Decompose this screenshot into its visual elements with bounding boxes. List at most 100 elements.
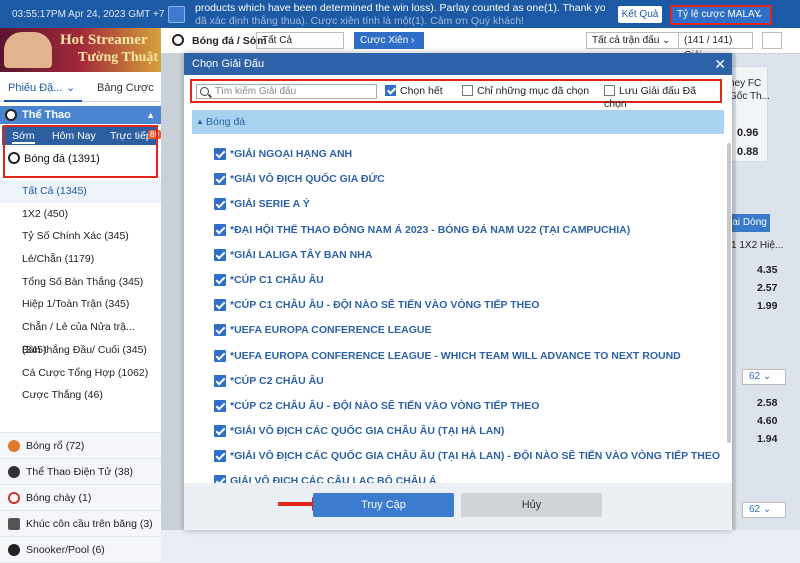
close-icon[interactable]: ✕ [714,53,726,75]
checkbox-checked [214,273,226,286]
top-bar: 03:55:17PM Apr 24, 2023 GMT +7 products … [0,0,800,28]
more-markets-select[interactable]: 62 ⌄ [742,369,786,385]
save-selected-checkbox[interactable]: Lưu Giải đấu Đã chọn [604,85,720,111]
checkbox-checked [214,173,226,186]
search-icon[interactable] [168,6,185,23]
sport-item-label: Bóng chày (1) [26,492,92,504]
tab-bet-slip[interactable]: Phiếu Đặ... [8,82,62,94]
league-item[interactable]: *CÚP C1 CHÂU ÂU [214,270,724,295]
only-selected-checkbox[interactable]: Chỉ những mục đã chọn [462,85,589,98]
sidebar: Hot Streamer Tường Thuật Phiếu Đặ... ⌄ B… [0,28,161,562]
league-search-input[interactable]: Tìm kiếm Giải đấu [196,84,377,99]
banner-title: Hot Streamer [60,32,148,48]
odds-value[interactable]: 4.35 [757,264,777,276]
league-item[interactable]: *CÚP C2 CHÂU ÂU [214,371,724,396]
odds-value[interactable]: 0.88 [737,146,758,158]
select-all-label: Chọn hết [400,85,443,97]
league-item[interactable]: *CÚP C2 CHÂU ÂU - ĐỘI NÀO SẼ TIẾN VÀO VÒ… [214,396,724,421]
league-item[interactable]: *GIẢI VÔ ĐỊCH CÁC QUỐC GIA CHÂU ÂU (TẠI … [214,421,724,446]
market-item[interactable]: Lẻ/Chẵn (1179) [0,248,161,271]
hockey-icon [8,518,20,530]
sport-item-label: Khúc côn cầu trên băng (3) [26,518,153,530]
market-item[interactable]: Hiệp 1/Toàn Trận (345) [0,293,161,317]
streamer-image [4,32,52,68]
market-item[interactable]: Cá Cược Tổng Hợp (1062) [0,361,161,385]
odds-value[interactable]: 1.99 [757,300,777,312]
hot-streamer-banner[interactable]: Hot Streamer Tường Thuật [0,28,161,72]
sort-icon[interactable] [762,32,782,49]
checkbox-unchecked [604,85,615,96]
market-item[interactable]: Tổng Số Bàn Thắng (345) [0,270,161,294]
league-item[interactable]: *GIẢI SERIE A Ý [214,194,724,219]
section-header-football[interactable]: ▲ Bóng đá [192,110,724,134]
only-selected-label: Chỉ những mục đã chọn [477,85,590,97]
league-item[interactable]: *UEFA EUROPA CONFERENCE LEAGUE [214,320,724,345]
market-item[interactable]: Tất Cả (1345) [0,180,161,203]
market-select[interactable]: Tất Cả [256,32,344,49]
ticker-line-1: products which have been determined the … [195,2,605,14]
odds-value[interactable]: 0.96 [737,127,758,139]
column-header: 1 1X2 Hiệ... [731,240,784,251]
section-label: Bóng đá [206,116,246,128]
league-item[interactable]: *GIẢI VÔ ĐỊCH CÁC QUỐC GIA CHÂU ÂU (TẠI … [214,446,724,471]
sports-header[interactable]: Thể Thao ▲ [0,106,161,124]
odds-value[interactable]: 4.60 [757,415,777,427]
parlay-button[interactable]: Cược Xiên › [354,32,424,49]
odds-value[interactable]: 1.94 [757,433,777,445]
league-item[interactable]: *GIẢI LALIGA TÂY BAN NHA [214,245,724,270]
league-item[interactable]: *GIẢI NGOẠI HẠNG ANH [214,144,724,169]
league-label: *CÚP C2 CHÂU ÂU [230,374,324,387]
market-item[interactable]: Cược Thắng (46) [0,384,161,407]
odds-value[interactable]: 2.58 [757,397,777,409]
announcement-ticker: products which have been determined the … [195,2,605,28]
sport-item-snooker[interactable]: Snooker/Pool (6) [0,536,161,562]
confirm-button[interactable]: Truy Cập [313,493,454,517]
league-label: *GIẢI LALIGA TÂY BAN NHA [230,248,373,261]
league-label: *GIẢI VÔ ĐỊCH CÁC QUỐC GIA CHÂU ÂU (TẠI … [230,425,505,438]
league-list: *GIẢI NGOẠI HẠNG ANH *GIẢI VÔ ĐỊCH QUỐC … [214,144,724,484]
market-item[interactable]: Tỷ Số Chính Xác (345) [0,225,161,249]
match-filter-select[interactable]: Tất cả trận đấu ⌄ [586,32,690,49]
league-filter-row: Tìm kiếm Giải đấu Chọn hết Chỉ những mục… [190,79,722,110]
results-button[interactable]: Kết Quả [618,6,662,23]
other-sports-list: Bóng rổ (72) Thể Thao Điện Tử (38) Bóng … [0,432,161,562]
league-item[interactable]: *GIẢI VÔ ĐỊCH QUỐC GIA ĐỨC [214,169,724,194]
market-item[interactable]: Bàn thắng Đầu/ Cuối (345) [0,338,161,362]
cancel-button[interactable]: Hủy [461,493,602,517]
odds-format-select[interactable]: Tỷ lệ cược MALAY ⌄ [670,5,772,25]
odds-value[interactable]: 2.57 [757,282,777,294]
tab-bet-table[interactable]: Bảng Cược [97,82,154,94]
checkbox-checked [214,248,226,261]
snooker-icon [8,544,20,556]
league-label: *CÚP C1 CHÂU ÂU - ĐỘI NÀO SẼ TIẾN VÀO VÒ… [230,299,540,312]
checkbox-checked [214,148,226,160]
checkbox-checked [214,299,226,312]
market-item[interactable]: Chẵn / Lẻ của Nửa trậ... (345) [0,316,161,356]
league-item[interactable]: *ĐẠI HỘI THỂ THAO ĐÔNG NAM Á 2023 - BÓNG… [214,220,724,245]
select-all-checkbox[interactable]: Chọn hết [385,85,443,98]
sport-item-hockey[interactable]: Khúc côn cầu trên băng (3) [0,510,161,536]
league-label: *ĐẠI HỘI THỂ THAO ĐÔNG NAM Á 2023 - BÓNG… [230,223,631,236]
chevron-down-icon: ⌄ [755,9,764,20]
market-item[interactable]: 1X2 (450) [0,202,161,226]
checkbox-checked [214,374,226,387]
league-select-button[interactable]: (141 / 141) Giải [678,32,753,61]
basketball-icon [8,440,20,452]
sport-item-label: Snooker/Pool (6) [26,544,105,556]
sport-item-label: Thể Thao Điện Tử (38) [26,466,134,478]
filter-bar: Bóng đá / Sớm Tất Cả Cược Xiên › Tất cả … [161,28,800,61]
slip-tabs: Phiếu Đặ... ⌄ Bảng Cược [0,76,161,102]
sport-item-baseball[interactable]: Bóng chày (1) [0,484,161,510]
datetime: 03:55:17PM Apr 24, 2023 GMT +7 [12,9,165,20]
sport-item-basketball[interactable]: Bóng rổ (72) [0,432,161,458]
ticker-line-2: đã xác định thắng thua). Cược xiên tính … [195,15,524,27]
sport-item-esports[interactable]: Thể Thao Điện Tử (38) [0,458,161,484]
league-label: *GIẢI VÔ ĐỊCH CÁC QUỐC GIA CHÂU ÂU (TẠI … [230,450,721,463]
more-markets-select[interactable]: 62 ⌄ [742,502,786,518]
active-tab-underline [4,100,82,102]
league-item[interactable]: *CÚP C1 CHÂU ÂU - ĐỘI NÀO SẼ TIẾN VÀO VÒ… [214,295,724,320]
checkbox-checked [214,198,226,211]
league-label: *GIẢI VÔ ĐỊCH QUỐC GIA ĐỨC [230,173,385,186]
league-item[interactable]: *UEFA EUROPA CONFERENCE LEAGUE - WHICH T… [214,346,724,371]
scrollbar[interactable] [727,143,731,443]
